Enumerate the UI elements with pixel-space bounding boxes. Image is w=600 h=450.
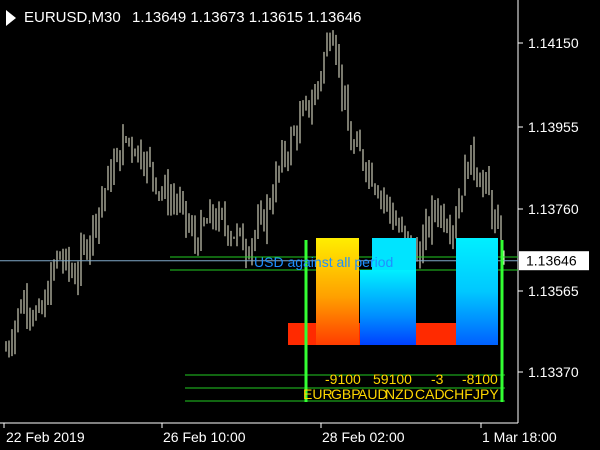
currency-label: NZD xyxy=(385,386,414,402)
indicator-bar-aud xyxy=(360,270,416,345)
currency-labels: EUR GBP AUD NZD CAD CHF JPY xyxy=(303,386,499,402)
time-tick-label: 26 Feb 10:00 xyxy=(163,429,246,445)
price-chart[interactable]: USD against all period -9100 59100 -3 -8… xyxy=(0,0,600,450)
indicator-caption: USD against all period xyxy=(254,254,393,270)
price-tick-label: 1.14150 xyxy=(528,35,579,51)
currency-label: AUD xyxy=(358,386,388,402)
indicator-values: -9100 59100 -3 -8100 xyxy=(325,371,498,387)
indicator-base-bar-3 xyxy=(428,328,456,345)
indicator-value: 59100 xyxy=(373,371,412,387)
currency-label: GBP xyxy=(331,386,361,402)
current-price-label: 1.13646 xyxy=(526,253,577,269)
time-tick-label: 1 Mar 18:00 xyxy=(482,429,557,445)
indicator-value: -3 xyxy=(431,371,444,387)
time-tick-label: 28 Feb 02:00 xyxy=(322,429,405,445)
currency-label: JPY xyxy=(473,386,499,402)
price-tick-label: 1.13760 xyxy=(528,201,579,217)
price-tick-label: 1.13955 xyxy=(528,119,579,135)
symbol-timeframe: EURUSD,M30 xyxy=(24,9,121,26)
time-tick-label: 22 Feb 2019 xyxy=(6,429,85,445)
price-tick-label: 1.13565 xyxy=(528,283,579,299)
current-price-marker: 1.13646 xyxy=(519,251,589,271)
indicator-bar-jpy xyxy=(456,238,498,345)
currency-label: CAD xyxy=(415,386,445,402)
ohlc-values: 1.13649 1.13673 1.13615 1.13646 xyxy=(132,9,361,26)
chart-background xyxy=(0,0,600,450)
currency-label: CHF xyxy=(444,386,473,402)
indicator-value: -8100 xyxy=(462,371,498,387)
currency-label: EUR xyxy=(303,386,333,402)
price-tick-label: 1.13370 xyxy=(528,364,579,380)
indicator-value: -9100 xyxy=(325,371,361,387)
chart-header: EURUSD,M30 1.13649 1.13673 1.13615 1.136… xyxy=(6,9,361,26)
